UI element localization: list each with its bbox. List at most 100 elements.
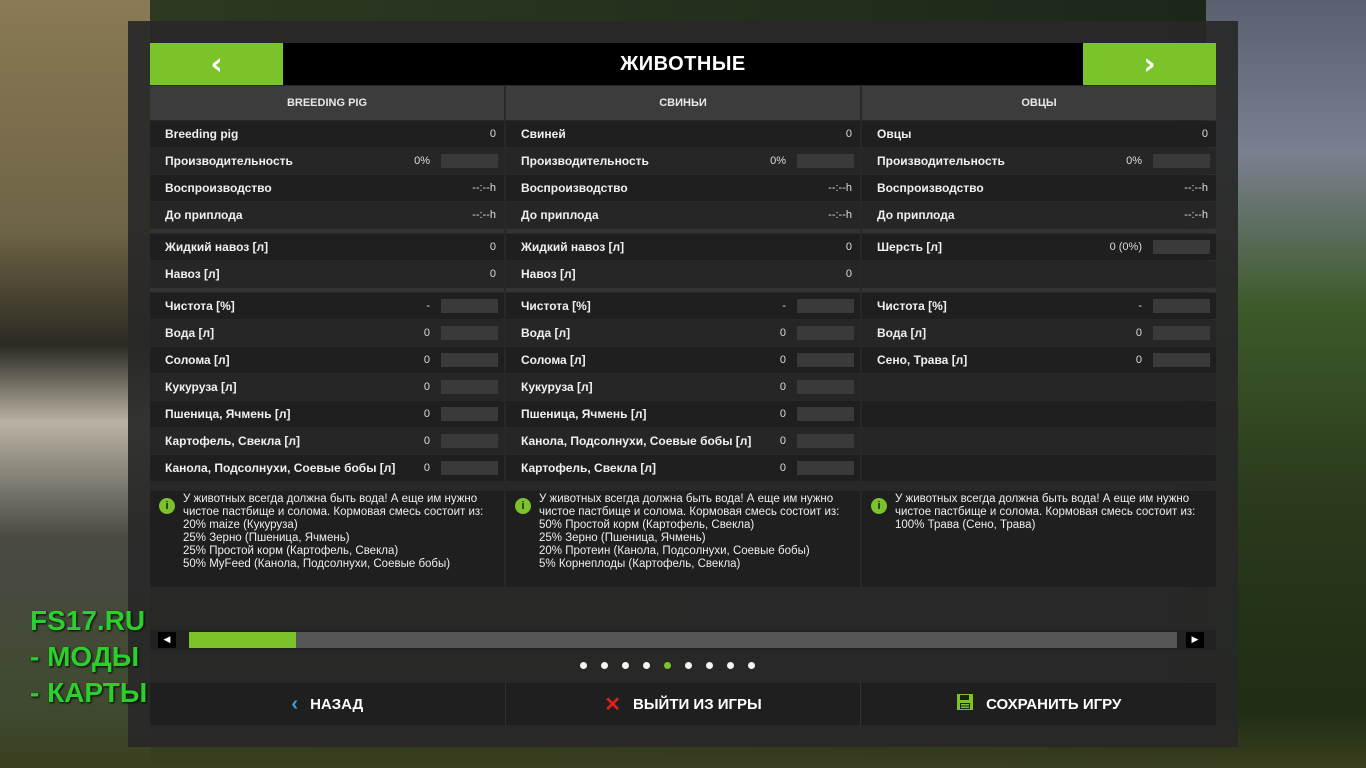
- quit-game-button-label: ВЫЙТИ ИЗ ИГРЫ: [633, 695, 762, 713]
- stat-label: Производительность: [521, 154, 649, 168]
- stat-row: Канола, Подсолнухи, Соевые бобы [л] 0: [150, 455, 504, 481]
- watermark: FS17.RU - МОДЫ - КАРТЫ: [30, 603, 147, 711]
- page-dot[interactable]: [622, 662, 629, 669]
- fill-level-bar: [797, 299, 854, 313]
- stat-row: Производительность 0%: [150, 148, 504, 174]
- stat-value: 0: [423, 354, 430, 366]
- feed-info-box: i У животных всегда должна быть вода! А е…: [506, 491, 860, 587]
- animal-column: ОВЦЫ Овцы 0 Производительность 0% Воспроизвод…: [862, 86, 1216, 481]
- prev-page-button[interactable]: ‹: [150, 43, 283, 85]
- fill-level-bar: [441, 299, 498, 313]
- column-header: ОВЦЫ: [862, 86, 1216, 120]
- chevron-right-icon: ›: [1143, 46, 1156, 82]
- stat-value: 0: [423, 435, 430, 447]
- section-divider: [862, 288, 1216, 292]
- stat-value: 0: [423, 381, 430, 393]
- section-divider: [506, 288, 860, 292]
- stat-row: Солома [л] 0: [150, 347, 504, 373]
- stat-row: Чистота [%] -: [862, 293, 1216, 319]
- stat-value: 0: [845, 241, 852, 253]
- stat-value: 0: [489, 241, 496, 253]
- feed-info-text: У животных всегда должна быть вода! А ещ…: [183, 493, 484, 570]
- stat-value: -: [426, 300, 430, 312]
- stat-label: Чистота [%]: [877, 299, 947, 313]
- fill-level-bar: [797, 353, 854, 367]
- page-dot[interactable]: [685, 662, 692, 669]
- page-title: ЖИВОТНЫЕ: [620, 52, 746, 75]
- stat-row: До приплода --:--h: [150, 202, 504, 228]
- section-divider: [150, 288, 504, 292]
- stat-row: Вода [л] 0: [862, 320, 1216, 346]
- stat-row: Сено, Трава [л] 0: [862, 347, 1216, 373]
- stat-label: Воспроизводство: [877, 181, 984, 195]
- stat-label: Жидкий навоз [л]: [165, 240, 269, 254]
- page-dot[interactable]: [601, 662, 608, 669]
- stat-value: --:--h: [1184, 209, 1208, 221]
- page-dot[interactable]: [748, 662, 755, 669]
- save-game-button[interactable]: СОХРАНИТЬ ИГРУ: [861, 683, 1216, 725]
- stat-label: Вода [л]: [521, 326, 571, 340]
- empty-row: [862, 455, 1216, 481]
- page-dot[interactable]: [643, 662, 650, 669]
- quit-game-button[interactable]: ✕ ВЫЙТИ ИЗ ИГРЫ: [506, 683, 862, 725]
- stat-value: --:--h: [472, 209, 496, 221]
- scrollbar-thumb[interactable]: [189, 632, 296, 648]
- stat-label: Вода [л]: [877, 326, 927, 340]
- page-dot[interactable]: [706, 662, 713, 669]
- empty-row: [862, 428, 1216, 454]
- stat-label: Воспроизводство: [165, 181, 272, 195]
- section-divider: [862, 229, 1216, 233]
- stat-label: Кукуруза [л]: [165, 380, 237, 394]
- stat-row: Овцы 0: [862, 121, 1216, 147]
- stat-row: Воспроизводство --:--h: [150, 175, 504, 201]
- stat-row: Производительность 0%: [862, 148, 1216, 174]
- page-dot[interactable]: [580, 662, 587, 669]
- stat-label: Солома [л]: [165, 353, 230, 367]
- fill-level-bar: [797, 154, 854, 168]
- scroll-right-arrow-icon[interactable]: ▶: [1186, 632, 1204, 648]
- stat-row: Канола, Подсолнухи, Соевые бобы [л] 0: [506, 428, 860, 454]
- feed-info-text: У животных всегда должна быть вода! А ещ…: [539, 493, 840, 570]
- stat-row: До приплода --:--h: [862, 202, 1216, 228]
- stat-row: Навоз [л] 0: [506, 261, 860, 287]
- stat-value: 0%: [414, 155, 430, 167]
- stat-value: 0: [423, 462, 430, 474]
- save-game-button-label: СОХРАНИТЬ ИГРУ: [986, 695, 1122, 713]
- stat-value: 0: [779, 408, 786, 420]
- section-divider: [150, 229, 504, 233]
- stat-value: 0: [1135, 327, 1142, 339]
- stat-row: Воспроизводство --:--h: [506, 175, 860, 201]
- stat-value: -: [782, 300, 786, 312]
- fill-level-bar: [797, 380, 854, 394]
- stat-value: 0: [423, 408, 430, 420]
- stat-row: Производительность 0%: [506, 148, 860, 174]
- fill-level-bar: [797, 326, 854, 340]
- back-button[interactable]: ‹ НАЗАД: [150, 683, 506, 725]
- page-dot[interactable]: [664, 662, 671, 669]
- stat-row: Жидкий навоз [л] 0: [150, 234, 504, 260]
- stat-label: Чистота [%]: [521, 299, 591, 313]
- stat-value: 0: [779, 381, 786, 393]
- fill-level-bar: [797, 407, 854, 421]
- fill-level-bar: [441, 434, 498, 448]
- stat-label: Канола, Подсолнухи, Соевые бобы [л]: [165, 461, 396, 475]
- fill-level-bar: [441, 326, 498, 340]
- empty-row: [862, 261, 1216, 287]
- page-indicator: [580, 661, 755, 671]
- scrollbar-track[interactable]: [189, 632, 1177, 648]
- feed-info-box: i У животных всегда должна быть вода! А е…: [150, 491, 504, 587]
- scroll-left-arrow-icon[interactable]: ◀: [158, 632, 176, 648]
- next-page-button[interactable]: ›: [1083, 43, 1216, 85]
- stat-value: 0: [489, 128, 496, 140]
- fill-level-bar: [441, 154, 498, 168]
- stat-row: Шерсть [л] 0 (0%): [862, 234, 1216, 260]
- stat-label: Шерсть [л]: [877, 240, 942, 254]
- chevron-left-icon: ‹: [291, 692, 299, 715]
- empty-row: [862, 374, 1216, 400]
- stat-label: Солома [л]: [521, 353, 586, 367]
- stat-value: 0: [1201, 128, 1208, 140]
- stat-row: Воспроизводство --:--h: [862, 175, 1216, 201]
- stat-label: Картофель, Свекла [л]: [521, 461, 657, 475]
- page-dot[interactable]: [727, 662, 734, 669]
- horizontal-scrollbar[interactable]: ◀ ▶: [150, 630, 1216, 650]
